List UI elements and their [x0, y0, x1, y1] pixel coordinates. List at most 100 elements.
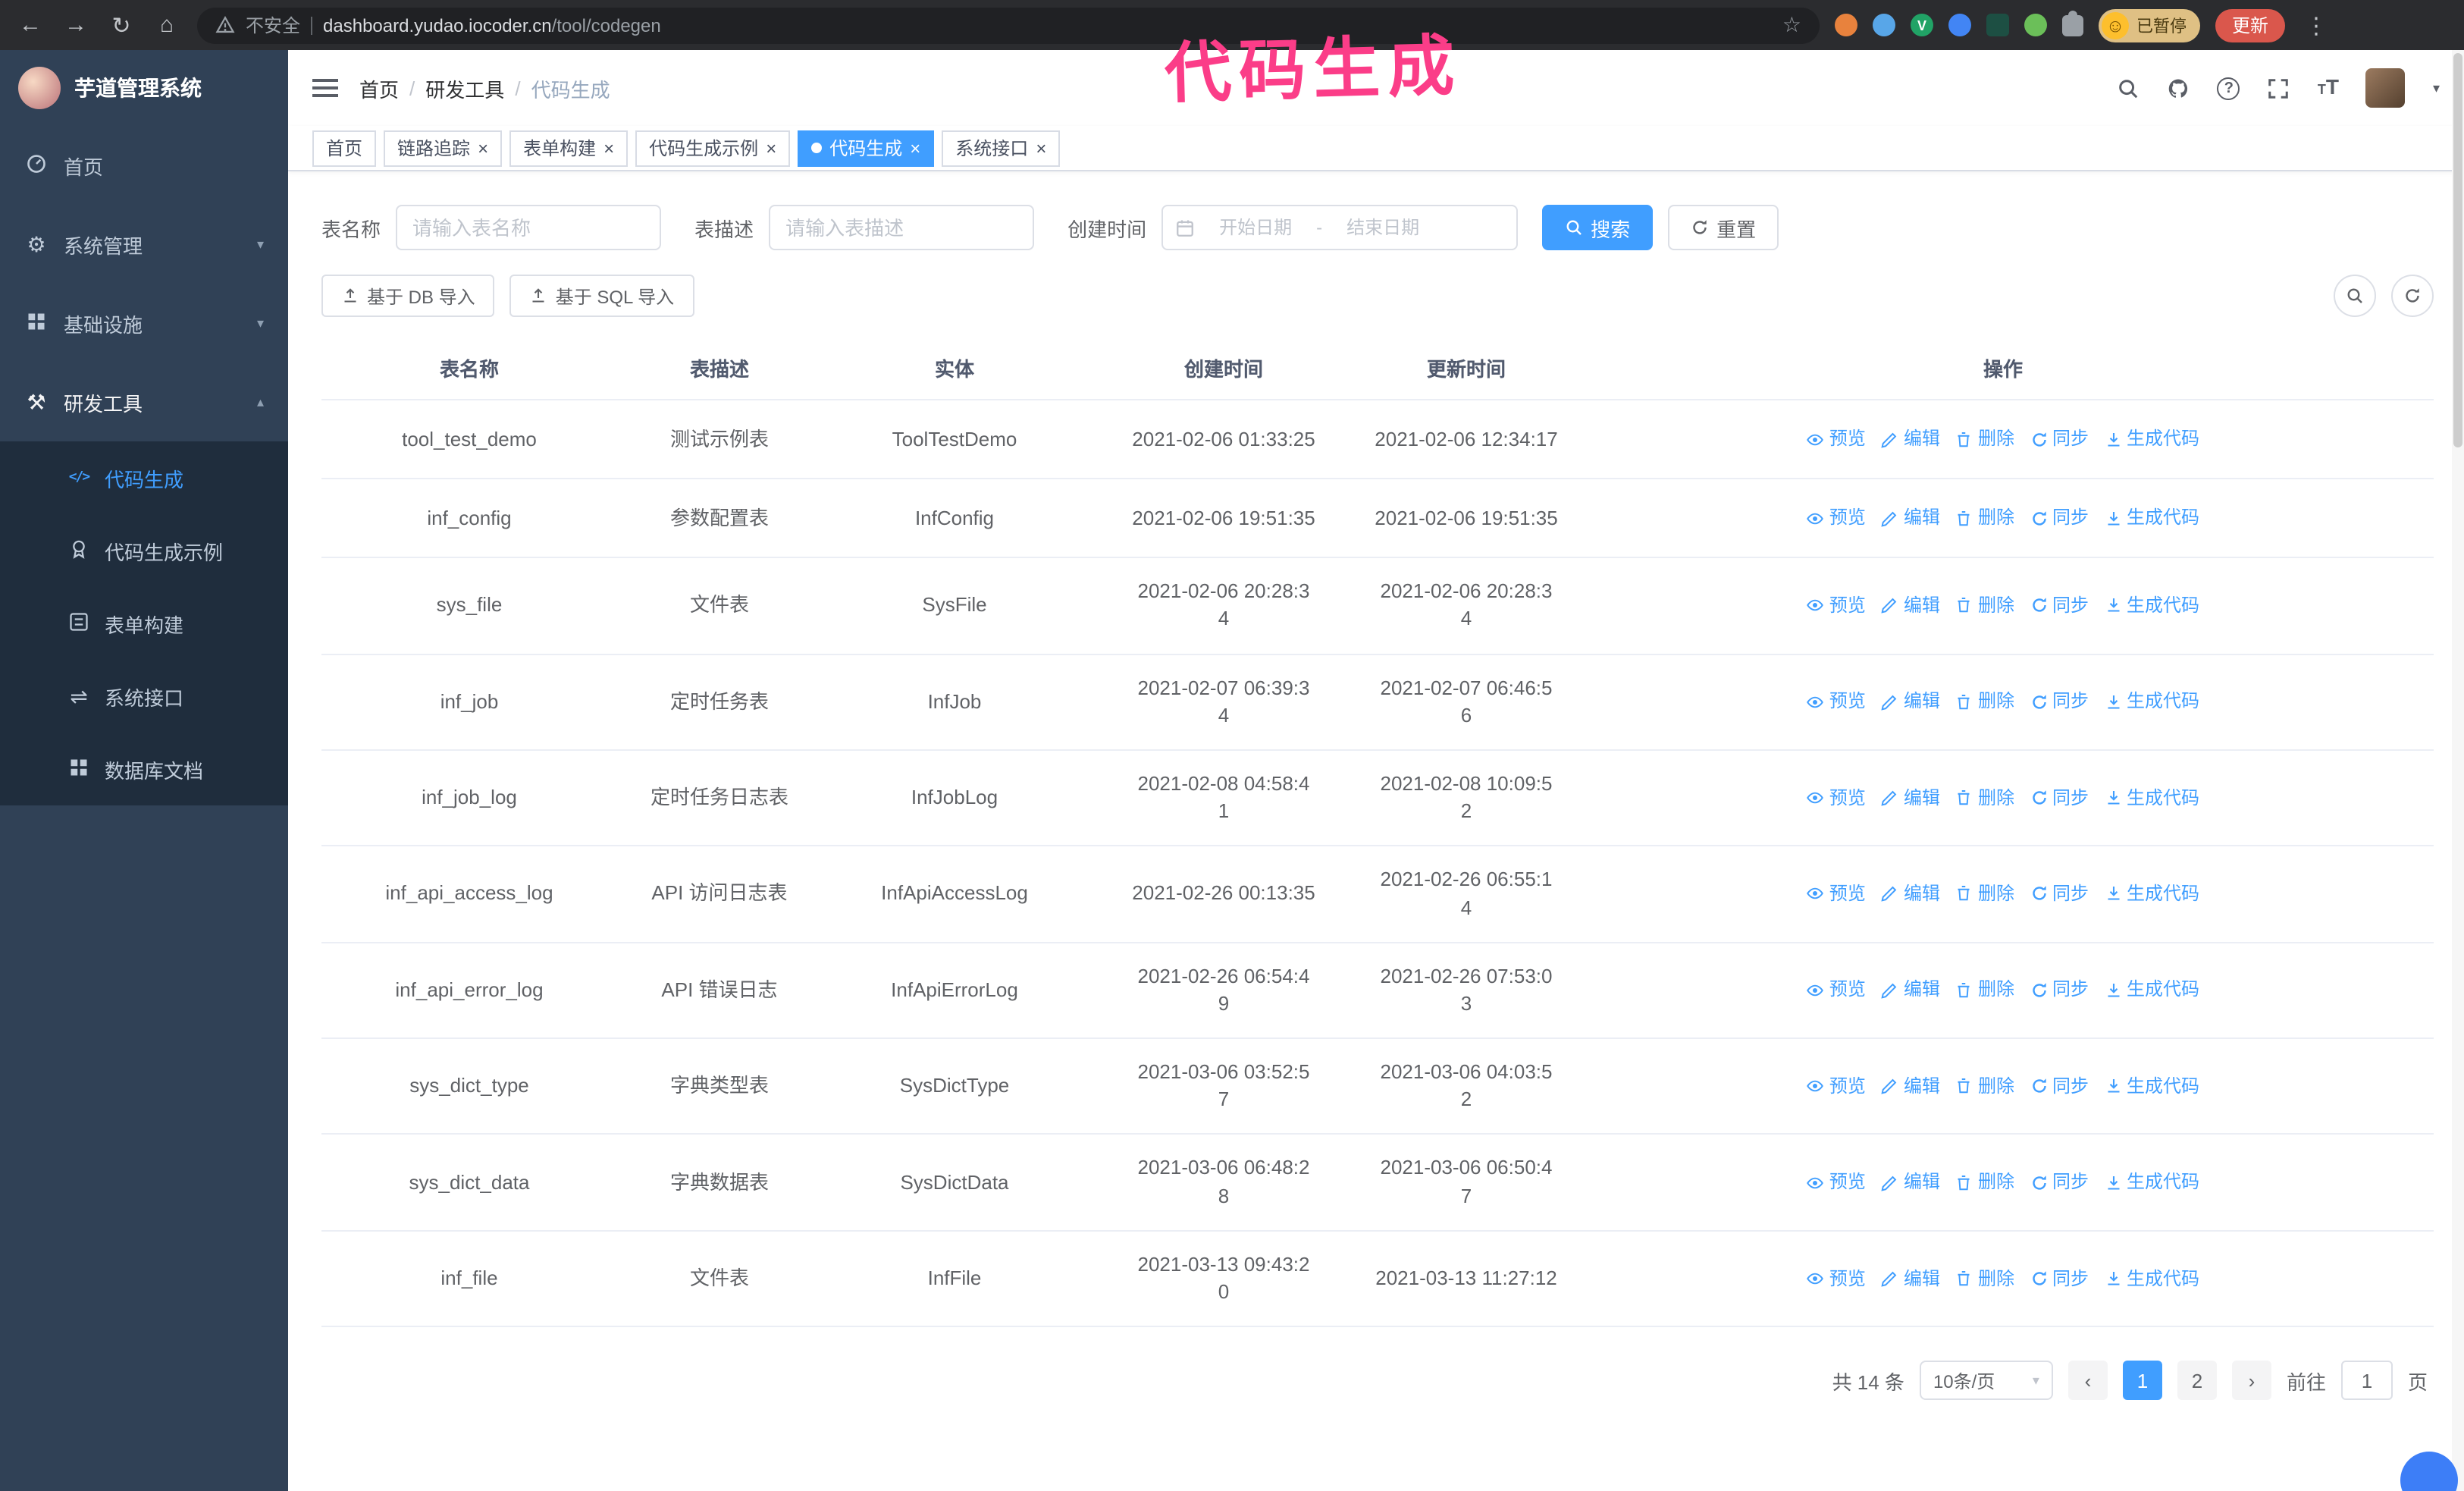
- breadcrumb-home[interactable]: 首页: [359, 74, 399, 102]
- import-db-button[interactable]: 基于 DB 导入: [321, 275, 495, 317]
- browser-update-button[interactable]: 更新: [2215, 8, 2286, 42]
- reset-button[interactable]: 重置: [1668, 205, 1779, 250]
- preview-link[interactable]: 预览: [1807, 593, 1866, 619]
- edit-link[interactable]: 编辑: [1881, 506, 1940, 532]
- preview-link[interactable]: 预览: [1807, 1074, 1866, 1100]
- browser-back-icon[interactable]: ←: [15, 12, 45, 38]
- close-icon[interactable]: ×: [910, 139, 920, 157]
- generate-code-link[interactable]: 生成代码: [2104, 1266, 2199, 1292]
- edit-link[interactable]: 编辑: [1881, 881, 1940, 907]
- delete-link[interactable]: 删除: [1955, 785, 2014, 811]
- refresh-table-button[interactable]: [2391, 275, 2434, 317]
- hamburger-icon[interactable]: [312, 79, 338, 97]
- edit-link[interactable]: 编辑: [1881, 427, 1940, 453]
- edit-link[interactable]: 编辑: [1881, 1266, 1940, 1292]
- sync-link[interactable]: 同步: [2030, 1169, 2089, 1195]
- generate-code-link[interactable]: 生成代码: [2104, 1074, 2199, 1100]
- sidebar-item-codegen[interactable]: </> 代码生成: [0, 441, 288, 514]
- sync-link[interactable]: 同步: [2030, 506, 2089, 532]
- sidebar-item-system-api[interactable]: ⇌ 系统接口: [0, 660, 288, 733]
- search-button[interactable]: 搜索: [1542, 205, 1654, 250]
- table-desc-input[interactable]: [769, 205, 1035, 250]
- tab-codegen[interactable]: 代码生成 ×: [798, 130, 935, 166]
- tab-tracing[interactable]: 链路追踪 ×: [384, 130, 503, 166]
- generate-code-link[interactable]: 生成代码: [2104, 689, 2199, 715]
- user-avatar[interactable]: [2365, 68, 2406, 108]
- fullscreen-icon[interactable]: [2268, 77, 2290, 99]
- sync-link[interactable]: 同步: [2030, 978, 2089, 1003]
- sync-link[interactable]: 同步: [2030, 593, 2089, 619]
- sidebar-item-infra[interactable]: 基础设施 ▾: [0, 284, 288, 363]
- delete-link[interactable]: 删除: [1955, 1074, 2014, 1100]
- generate-code-link[interactable]: 生成代码: [2104, 427, 2199, 453]
- app-logo[interactable]: 芋道管理系统: [0, 50, 288, 126]
- sidebar-item-home[interactable]: 首页: [0, 126, 288, 205]
- preview-link[interactable]: 预览: [1807, 506, 1866, 532]
- edit-link[interactable]: 编辑: [1881, 593, 1940, 619]
- browser-forward-icon[interactable]: →: [61, 12, 91, 38]
- extension-icon-6[interactable]: [2024, 14, 2047, 36]
- preview-link[interactable]: 预览: [1807, 427, 1866, 453]
- preview-link[interactable]: 预览: [1807, 689, 1866, 715]
- browser-home-icon[interactable]: ⌂: [152, 12, 182, 38]
- generate-code-link[interactable]: 生成代码: [2104, 881, 2199, 907]
- close-icon[interactable]: ×: [603, 139, 614, 157]
- sidebar-item-db-doc[interactable]: 数据库文档: [0, 733, 288, 805]
- sidebar-item-system[interactable]: ⚙ 系统管理 ▾: [0, 205, 288, 284]
- page-button-1[interactable]: 1: [2122, 1361, 2162, 1401]
- help-icon[interactable]: ?: [2217, 77, 2240, 99]
- goto-page-input[interactable]: [2340, 1361, 2393, 1401]
- edit-link[interactable]: 编辑: [1881, 1074, 1940, 1100]
- page-size-select[interactable]: 10条/页 ▾: [1919, 1361, 2053, 1401]
- delete-link[interactable]: 删除: [1955, 978, 2014, 1003]
- next-page-button[interactable]: ›: [2231, 1361, 2271, 1401]
- extension-icon-1[interactable]: [1835, 14, 1857, 36]
- tab-home[interactable]: 首页: [312, 130, 377, 166]
- breadcrumb-section[interactable]: 研发工具: [425, 74, 504, 102]
- delete-link[interactable]: 删除: [1955, 1266, 2014, 1292]
- browser-menu-icon[interactable]: ⋮: [2300, 11, 2332, 39]
- preview-link[interactable]: 预览: [1807, 978, 1866, 1003]
- sidebar-item-codegen-example[interactable]: 代码生成示例: [0, 514, 288, 587]
- prev-page-button[interactable]: ‹: [2067, 1361, 2108, 1401]
- delete-link[interactable]: 删除: [1955, 593, 2014, 619]
- profile-chip[interactable]: ☺ 已暂停: [2099, 8, 2200, 42]
- preview-link[interactable]: 预览: [1807, 1169, 1866, 1195]
- start-date-input[interactable]: [1201, 217, 1311, 238]
- toggle-search-button[interactable]: [2334, 275, 2376, 317]
- preview-link[interactable]: 预览: [1807, 1266, 1866, 1292]
- edit-link[interactable]: 编辑: [1881, 689, 1940, 715]
- page-button-2[interactable]: 2: [2177, 1361, 2217, 1401]
- extension-icon-2[interactable]: [1873, 14, 1895, 36]
- delete-link[interactable]: 删除: [1955, 427, 2014, 453]
- delete-link[interactable]: 删除: [1955, 1169, 2014, 1195]
- close-icon[interactable]: ×: [766, 139, 776, 157]
- sync-link[interactable]: 同步: [2030, 785, 2089, 811]
- address-bar[interactable]: 不安全 dashboard.yudao.iocoder.cn/tool/code…: [197, 7, 1820, 43]
- generate-code-link[interactable]: 生成代码: [2104, 785, 2199, 811]
- delete-link[interactable]: 删除: [1955, 881, 2014, 907]
- generate-code-link[interactable]: 生成代码: [2104, 1169, 2199, 1195]
- sidebar-item-devtools[interactable]: ⚒ 研发工具 ▴: [0, 363, 288, 441]
- sync-link[interactable]: 同步: [2030, 1074, 2089, 1100]
- bookmark-star-icon[interactable]: ☆: [1782, 12, 1801, 38]
- sync-link[interactable]: 同步: [2030, 427, 2089, 453]
- generate-code-link[interactable]: 生成代码: [2104, 593, 2199, 619]
- font-size-icon[interactable]: TT: [2318, 74, 2339, 102]
- edit-link[interactable]: 编辑: [1881, 978, 1940, 1003]
- avatar-caret-icon[interactable]: ▾: [2433, 80, 2440, 96]
- browser-reload-icon[interactable]: ↻: [106, 11, 136, 39]
- delete-link[interactable]: 删除: [1955, 506, 2014, 532]
- date-range-picker[interactable]: -: [1161, 205, 1519, 250]
- preview-link[interactable]: 预览: [1807, 881, 1866, 907]
- generate-code-link[interactable]: 生成代码: [2104, 978, 2199, 1003]
- github-icon[interactable]: [2168, 77, 2190, 99]
- close-icon[interactable]: ×: [1036, 139, 1046, 157]
- extension-icon-5[interactable]: [1986, 14, 2009, 36]
- tab-form-builder[interactable]: 表单构建 ×: [509, 130, 629, 166]
- extension-icon-4[interactable]: [1948, 14, 1971, 36]
- tab-system-api[interactable]: 系统接口 ×: [942, 130, 1061, 166]
- import-sql-button[interactable]: 基于 SQL 导入: [509, 275, 694, 317]
- sync-link[interactable]: 同步: [2030, 1266, 2089, 1292]
- sync-link[interactable]: 同步: [2030, 689, 2089, 715]
